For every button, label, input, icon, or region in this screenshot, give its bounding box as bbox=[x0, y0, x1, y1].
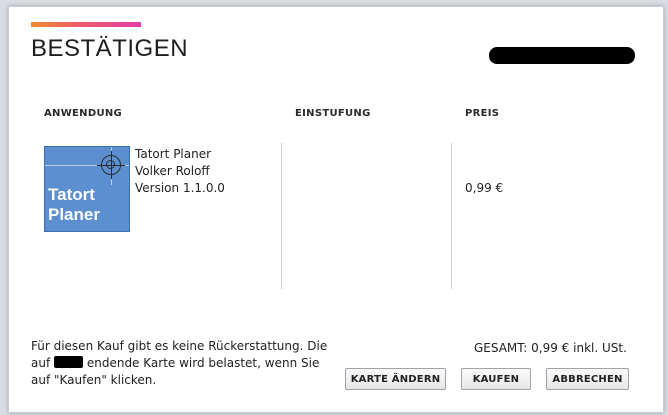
redacted-card-digits bbox=[54, 356, 84, 368]
change-card-button[interactable]: KARTE ÄNDERN bbox=[345, 368, 446, 390]
column-divider bbox=[281, 143, 282, 289]
column-header-application: ANWENDUNG bbox=[44, 108, 123, 119]
app-info: Tatort Planer Volker Roloff Version 1.1.… bbox=[135, 146, 225, 197]
app-version: Version 1.1.0.0 bbox=[135, 181, 225, 195]
column-header-rating: EINSTUFUNG bbox=[295, 108, 371, 119]
dialog-title: BESTÄTIGEN bbox=[31, 35, 189, 62]
buy-button[interactable]: KAUFEN bbox=[461, 368, 531, 390]
refund-notice: Für diesen Kauf gibt es keine Rückerstat… bbox=[31, 339, 328, 387]
redacted-account-name bbox=[489, 47, 635, 64]
app-price: 0,99 € bbox=[465, 181, 504, 195]
column-header-price: PREIS bbox=[465, 108, 500, 119]
accent-bar bbox=[31, 22, 141, 27]
column-divider bbox=[451, 143, 452, 289]
app-publisher: Volker Roloff bbox=[135, 164, 210, 178]
app-icon-text: Tatort Planer bbox=[48, 185, 100, 224]
app-name: Tatort Planer bbox=[135, 147, 212, 161]
total-price: GESAMT: 0,99 € inkl. USt. bbox=[474, 341, 627, 355]
target-icon bbox=[101, 155, 121, 175]
confirm-purchase-dialog: BESTÄTIGEN ANWENDUNG EINSTUFUNG PREIS Ta… bbox=[8, 6, 664, 413]
app-icon: Tatort Planer bbox=[44, 146, 130, 232]
cancel-button[interactable]: ABBRECHEN bbox=[546, 368, 629, 390]
